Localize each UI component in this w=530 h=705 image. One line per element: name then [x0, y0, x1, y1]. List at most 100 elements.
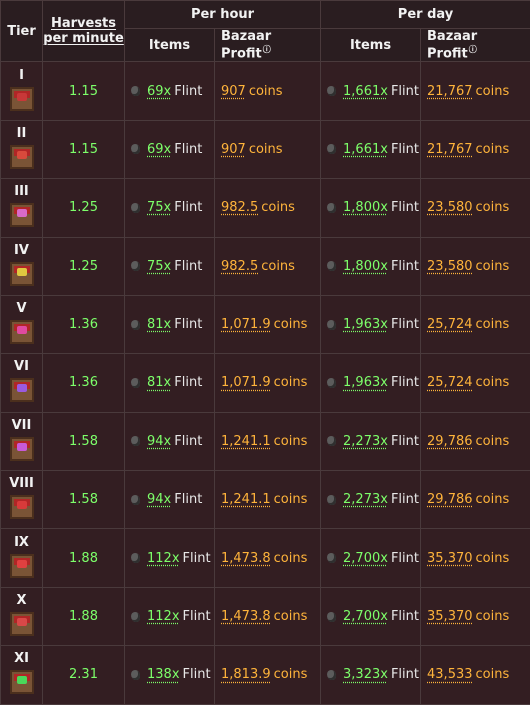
- tier-cell: IX: [1, 529, 43, 587]
- table-row: XI2.31138xFlint1,813.9coins3,323xFlint43…: [1, 646, 530, 704]
- hour-profit-cell: 1,473.8coins: [215, 529, 321, 587]
- hour-quantity[interactable]: 81x: [147, 317, 171, 332]
- hour-profit-header[interactable]: Bazaar Profitⓘ: [215, 29, 321, 62]
- hour-coins[interactable]: 907: [221, 84, 246, 99]
- day-coins[interactable]: 21,767: [427, 142, 473, 157]
- item-name[interactable]: Flint: [174, 259, 202, 274]
- item-name[interactable]: Flint: [391, 667, 419, 682]
- minion-block-icon[interactable]: [10, 670, 34, 694]
- item-name[interactable]: Flint: [391, 492, 419, 507]
- item-name[interactable]: Flint: [183, 551, 211, 566]
- item-name[interactable]: Flint: [183, 609, 211, 624]
- day-quantity[interactable]: 1,661x: [343, 142, 388, 157]
- item-name[interactable]: Flint: [174, 492, 202, 507]
- hour-quantity[interactable]: 112x: [147, 551, 180, 566]
- item-name[interactable]: Flint: [391, 84, 419, 99]
- hour-coins[interactable]: 907: [221, 142, 246, 157]
- item-name[interactable]: Flint: [174, 317, 202, 332]
- day-coins[interactable]: 29,786: [427, 434, 473, 449]
- day-quantity[interactable]: 2,273x: [343, 434, 388, 449]
- hour-quantity[interactable]: 69x: [147, 84, 171, 99]
- day-coins[interactable]: 25,724: [427, 317, 473, 332]
- item-name[interactable]: Flint: [391, 551, 419, 566]
- minion-block-icon[interactable]: [10, 320, 34, 344]
- flint-icon: [131, 203, 140, 213]
- minion-block-icon[interactable]: [10, 612, 34, 636]
- flint-icon: [327, 86, 336, 96]
- day-profit-header[interactable]: Bazaar Profitⓘ: [421, 29, 530, 62]
- day-quantity[interactable]: 2,700x: [343, 609, 388, 624]
- minion-block-icon[interactable]: [10, 554, 34, 578]
- day-quantity[interactable]: 2,273x: [343, 492, 388, 507]
- hour-coins[interactable]: 1,071.9: [221, 317, 271, 332]
- flint-icon: [327, 436, 336, 446]
- harvest-rate: 1.36: [43, 295, 125, 353]
- hour-quantity[interactable]: 75x: [147, 259, 171, 274]
- minion-block-icon[interactable]: [10, 262, 34, 286]
- day-coins[interactable]: 29,786: [427, 492, 473, 507]
- day-coins[interactable]: 35,370: [427, 551, 473, 566]
- minion-block-icon[interactable]: [10, 378, 34, 402]
- item-name[interactable]: Flint: [391, 142, 419, 157]
- hour-quantity[interactable]: 69x: [147, 142, 171, 157]
- hour-coins[interactable]: 1,473.8: [221, 551, 271, 566]
- info-icon[interactable]: ⓘ: [263, 45, 271, 54]
- info-icon[interactable]: ⓘ: [469, 45, 477, 54]
- hour-quantity[interactable]: 94x: [147, 434, 171, 449]
- hour-coins[interactable]: 982.5: [221, 259, 258, 274]
- item-name[interactable]: Flint: [174, 200, 202, 215]
- tier-label: III: [1, 184, 42, 199]
- item-name[interactable]: Flint: [183, 667, 211, 682]
- day-quantity[interactable]: 1,963x: [343, 375, 388, 390]
- item-name[interactable]: Flint: [391, 609, 419, 624]
- minion-block-icon[interactable]: [10, 145, 34, 169]
- minion-block-icon[interactable]: [10, 495, 34, 519]
- day-items-cell: 1,963xFlint: [321, 295, 421, 353]
- item-name[interactable]: Flint: [391, 317, 419, 332]
- hour-quantity[interactable]: 94x: [147, 492, 171, 507]
- hour-quantity[interactable]: 75x: [147, 200, 171, 215]
- item-name[interactable]: Flint: [391, 434, 419, 449]
- tier-label: X: [1, 593, 42, 608]
- hour-quantity[interactable]: 81x: [147, 375, 171, 390]
- day-quantity[interactable]: 1,800x: [343, 259, 388, 274]
- minion-block-icon[interactable]: [10, 437, 34, 461]
- tier-label: IX: [1, 535, 42, 550]
- day-coins[interactable]: 21,767: [427, 84, 473, 99]
- hour-quantity[interactable]: 112x: [147, 609, 180, 624]
- day-quantity[interactable]: 1,800x: [343, 200, 388, 215]
- tier-cell: X: [1, 587, 43, 645]
- day-coins[interactable]: 23,580: [427, 259, 473, 274]
- item-name[interactable]: Flint: [391, 375, 419, 390]
- harvest-rate: 1.25: [43, 237, 125, 295]
- hour-coins[interactable]: 1,071.9: [221, 375, 271, 390]
- day-quantity[interactable]: 3,323x: [343, 667, 388, 682]
- day-coins[interactable]: 35,370: [427, 609, 473, 624]
- day-quantity[interactable]: 2,700x: [343, 551, 388, 566]
- hour-coins[interactable]: 1,241.1: [221, 492, 271, 507]
- item-name[interactable]: Flint: [174, 375, 202, 390]
- item-name[interactable]: Flint: [391, 200, 419, 215]
- day-coins[interactable]: 23,580: [427, 200, 473, 215]
- day-coins[interactable]: 43,533: [427, 667, 473, 682]
- item-name[interactable]: Flint: [174, 142, 202, 157]
- day-coins[interactable]: 25,724: [427, 375, 473, 390]
- item-name[interactable]: Flint: [174, 84, 202, 99]
- day-quantity[interactable]: 1,963x: [343, 317, 388, 332]
- hour-coins[interactable]: 1,813.9: [221, 667, 271, 682]
- item-name[interactable]: Flint: [174, 434, 202, 449]
- hour-coins[interactable]: 1,473.8: [221, 609, 271, 624]
- hour-profit-cell: 1,813.9coins: [215, 646, 321, 704]
- hour-coins[interactable]: 1,241.1: [221, 434, 271, 449]
- tier-cell: II: [1, 120, 43, 178]
- hour-coins[interactable]: 982.5: [221, 200, 258, 215]
- day-quantity[interactable]: 1,661x: [343, 84, 388, 99]
- day-items-cell: 1,661xFlint: [321, 62, 421, 120]
- item-name[interactable]: Flint: [391, 259, 419, 274]
- per-hour-header: Per hour: [125, 1, 321, 29]
- harvests-header[interactable]: Harvests per minute: [43, 1, 125, 62]
- hour-quantity[interactable]: 138x: [147, 667, 180, 682]
- minion-block-icon[interactable]: [10, 87, 34, 111]
- hour-profit-cell: 982.5coins: [215, 237, 321, 295]
- minion-block-icon[interactable]: [10, 203, 34, 227]
